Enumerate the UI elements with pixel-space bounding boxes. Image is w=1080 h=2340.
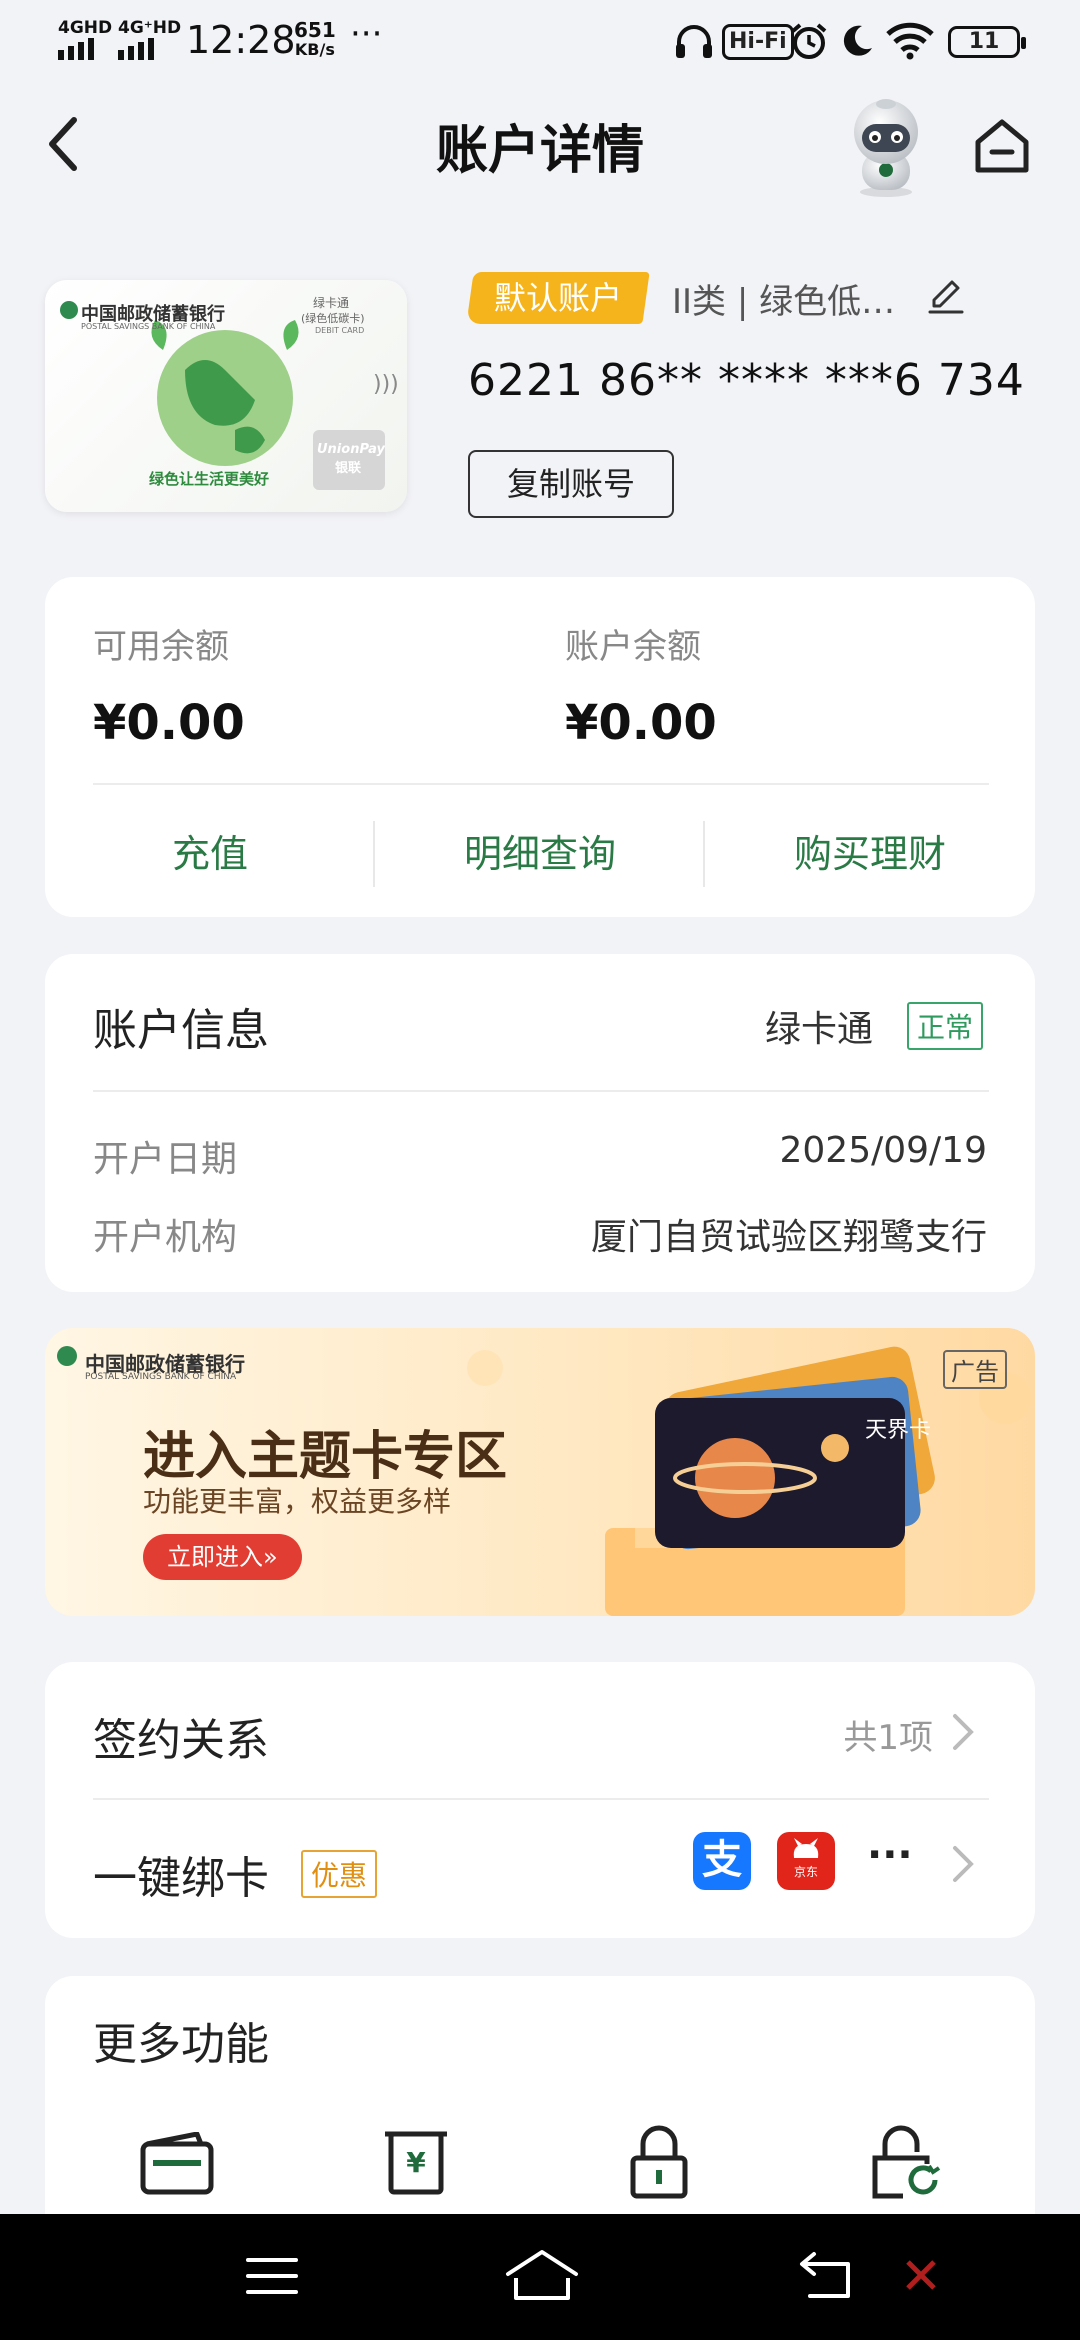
status-badge: 正常: [907, 1002, 984, 1050]
account-product: 绿卡通: [765, 1009, 874, 1050]
copy-account-button[interactable]: 复制账号: [468, 450, 674, 518]
speed-unit: KB/s: [294, 40, 335, 59]
jd-icon: 京东: [777, 1832, 835, 1890]
speed-value: 651: [294, 18, 336, 42]
signal-2: 4G⁺HD: [118, 18, 181, 64]
open-date-value: 2025/09/19: [779, 1130, 988, 1171]
banner-cta-button[interactable]: 立即进入»: [143, 1534, 302, 1580]
battery-level: 11: [968, 29, 1000, 54]
more-functions-title: 更多功能: [93, 2019, 269, 2070]
banner-card-name: 天界卡: [865, 1418, 932, 1443]
moon-icon: [843, 25, 872, 56]
menu-icon[interactable]: [244, 2254, 300, 2298]
system-back-icon[interactable]: [796, 2250, 856, 2302]
account-type: II类 | 绿色低…: [672, 282, 896, 322]
unionpay-label: UnionPay: [317, 442, 385, 457]
banner-headline: 进入主题卡专区: [143, 1427, 508, 1487]
net-speed: 651 KB/s: [294, 20, 336, 60]
edit-icon[interactable]: [926, 276, 966, 316]
default-account-tag: 默认账户: [466, 272, 650, 324]
more-dots-icon: ···: [867, 1832, 913, 1878]
account-balance-label: 账户余额: [565, 627, 701, 667]
alarm-icon: [791, 23, 827, 59]
network-label-2: 4G⁺HD: [118, 18, 182, 38]
system-nav-bar: [0, 2214, 1080, 2340]
available-balance-label: 可用余额: [93, 627, 229, 667]
banner-bank-name-en: POSTAL SAVINGS BANK OF CHINA: [85, 1372, 237, 1382]
card-bank-name-en: POSTAL SAVINGS BANK OF CHINA: [81, 322, 216, 331]
account-balance-value: ¥0.00: [565, 695, 717, 751]
available-balance-value: ¥0.00: [93, 695, 245, 751]
transaction-details-button[interactable]: 明细查询: [375, 823, 705, 878]
watermark-logo-icon: [906, 2260, 936, 2290]
wifi-icon: [886, 22, 934, 60]
unionpay-label-cn: 银联: [334, 461, 361, 476]
account-info-panel: 账户信息 绿卡通 正常 开户日期 2025/09/19 开户机构 厦门自贸试验区…: [45, 954, 1035, 1292]
quick-bind-title: 一键绑卡: [93, 1853, 269, 1904]
card-wallet-icon[interactable]: [139, 2132, 215, 2196]
home-icon[interactable]: [972, 116, 1032, 176]
jd-dog-icon: [793, 1838, 819, 1858]
hifi-label: Hi-Fi: [729, 29, 787, 54]
signing-count: 共1项: [843, 1718, 933, 1758]
card-slogan: 绿色让生活更美好: [149, 470, 270, 488]
ad-tag: 广告: [943, 1350, 1007, 1389]
signal-bars-icon: [118, 38, 154, 60]
alipay-icon: 支: [693, 1832, 751, 1890]
card-product-name: 绿卡通: [313, 296, 350, 310]
branch-label: 开户机构: [93, 1217, 238, 1258]
status-bar: 4GHD 4G⁺HD 12:28 651 KB/s ··· Hi-Fi 11: [0, 0, 1080, 80]
jd-label: 京东: [793, 1865, 818, 1879]
divider: [93, 1090, 989, 1092]
balance-panel: 可用余额 ¥0.00 账户余额 ¥0.00 充值 明细查询 购买理财: [45, 577, 1035, 917]
card-product-sub: (绿色低碳卡): [301, 312, 365, 325]
contactless-icon: ))): [373, 372, 399, 397]
lock-icon[interactable]: [627, 2124, 691, 2200]
theme-card-banner[interactable]: 中国邮政储蓄银行 POSTAL SAVINGS BANK OF CHINA 广告…: [45, 1328, 1035, 1616]
branch-value: 厦门自贸试验区翔鹭支行: [590, 1217, 987, 1258]
headphones-icon: [676, 25, 712, 58]
card-thumbnail: 中国邮政储蓄银行 POSTAL SAVINGS BANK OF CHINA 绿卡…: [45, 280, 407, 512]
battery-icon: 11: [948, 26, 1026, 58]
quick-bind-row[interactable]: 一键绑卡 优惠 支 京东 ···: [45, 1800, 1035, 1938]
banner-subline: 功能更丰富，权益更多样: [143, 1485, 452, 1518]
signing-title: 签约关系: [93, 1715, 269, 1766]
clock: 12:28: [186, 18, 296, 62]
signing-panel: 签约关系 共1项 一键绑卡 优惠 支 京东 ···: [45, 1662, 1035, 1938]
promo-badge: 优惠: [301, 1850, 378, 1898]
account-number: 6221 86** **** ***6 734: [468, 355, 1025, 406]
hifi-badge: Hi-Fi: [722, 24, 794, 60]
unlock-refresh-icon[interactable]: [869, 2124, 943, 2202]
unionpay-logo: UnionPay 银联: [317, 442, 385, 476]
svg-text:¥: ¥: [406, 2146, 426, 2179]
divider: [93, 783, 989, 785]
deposit-box-icon[interactable]: ¥: [381, 2128, 451, 2198]
signal-bars-icon: [58, 38, 94, 60]
buy-wealth-products-button[interactable]: 购买理财: [705, 823, 1035, 878]
open-date-label: 开户日期: [93, 1139, 238, 1180]
robot-assistant-icon[interactable]: [836, 94, 936, 198]
network-label-1: 4GHD: [58, 18, 113, 38]
recharge-button[interactable]: 充值: [45, 823, 375, 878]
card-debit-label: DEBIT CARD: [315, 326, 365, 335]
chevron-right-icon: [953, 1714, 974, 1750]
chevron-right-icon: [953, 1846, 974, 1882]
default-account-label: 默认账户: [494, 279, 623, 317]
signing-row[interactable]: 签约关系 共1项: [45, 1662, 1035, 1798]
more-notifications-icon: ···: [350, 14, 383, 54]
account-info-title: 账户信息: [93, 1005, 269, 1056]
system-home-icon[interactable]: [504, 2248, 580, 2304]
signal-1: 4GHD: [58, 18, 112, 64]
